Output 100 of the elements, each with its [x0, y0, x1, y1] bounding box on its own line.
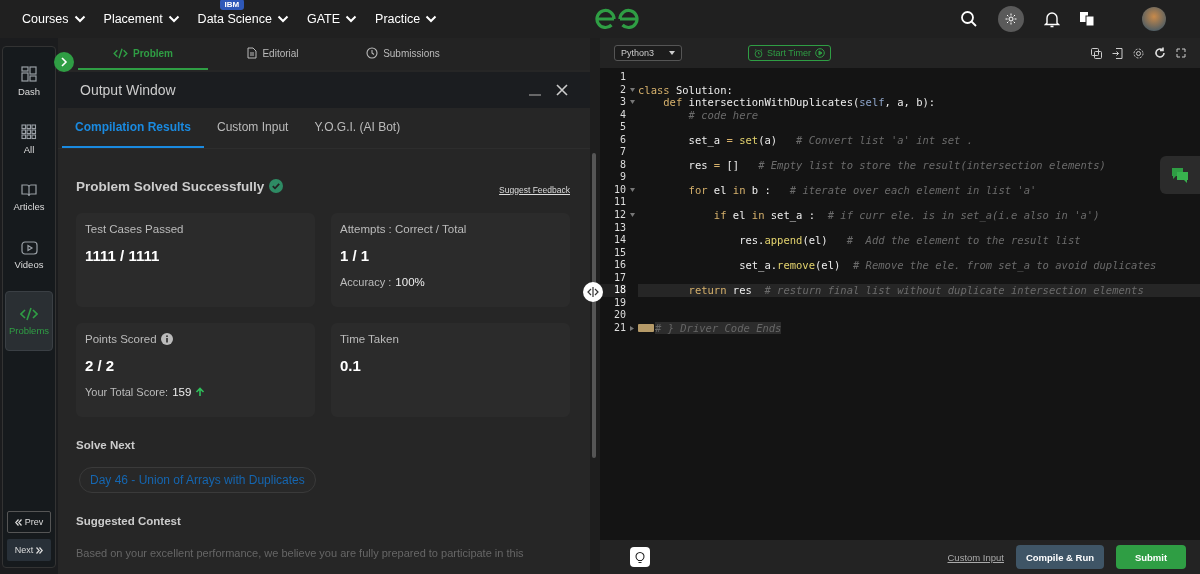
output-tab[interactable]: Custom Input — [204, 108, 302, 148]
code-line: return res # resturn final list without duplicate intersection elements — [687, 284, 1144, 297]
nav-menu-item[interactable]: Placement — [103, 12, 180, 26]
copy-icon[interactable] — [1091, 47, 1102, 59]
video-icon — [20, 240, 38, 255]
line-number: 5 — [618, 121, 626, 134]
logo-icon[interactable] — [594, 8, 640, 30]
line-number: 1 — [618, 71, 626, 84]
line-number: 2 — [618, 83, 626, 97]
chat-button[interactable] — [1160, 156, 1200, 194]
code-line: class Solution: — [638, 83, 733, 97]
chevron-down-icon — [345, 15, 358, 23]
section-heading: Solve Next — [76, 439, 136, 451]
fold-caret-icon[interactable] — [629, 87, 635, 92]
double-chevron-right-icon — [36, 546, 44, 554]
clock-icon — [366, 47, 379, 59]
line-number: 4 — [618, 108, 626, 122]
line-number: 21 — [612, 321, 626, 335]
language-dropdown[interactable]: Python3 — [614, 45, 682, 61]
stat-note-value: 159 — [172, 386, 192, 398]
line-number: 3 — [618, 96, 626, 109]
chevron-down-icon — [425, 15, 438, 23]
problem-tab[interactable]: Editorial — [208, 38, 338, 70]
dashboard-icon — [21, 65, 37, 82]
import-icon[interactable] — [1112, 47, 1123, 59]
line-number: 14 — [612, 234, 626, 247]
code-line: set_a = set(a) # Convert list 'a' int set . — [687, 133, 974, 147]
stat-label: Points Scored — [85, 333, 157, 345]
prev-button[interactable]: Prev — [7, 511, 51, 533]
stat-note-value: 100% — [395, 276, 425, 288]
problem-tab[interactable]: Submissions — [338, 38, 468, 70]
close-icon[interactable] — [556, 84, 568, 96]
line-number: 8 — [618, 158, 626, 172]
document-icon — [247, 47, 258, 59]
code-line: set_a.remove(el) # Remove the ele. from set_a to avoid duplicates — [738, 259, 1157, 272]
split-arrows-icon — [587, 287, 599, 297]
stat-label: Attempts : Correct / Total — [340, 223, 467, 235]
chevron-right-icon — [60, 57, 68, 67]
line-number: 9 — [618, 171, 626, 184]
scrollbar-thumb[interactable] — [592, 153, 596, 458]
stat-note-label: Your Total Score: — [85, 386, 169, 398]
start-timer-button[interactable]: Start Timer — [748, 45, 831, 61]
line-number: 17 — [612, 271, 626, 285]
code-line: # } Driver Code Ends — [638, 321, 782, 335]
sidebar-item[interactable]: Articles — [5, 175, 53, 219]
fold-caret-icon[interactable] — [629, 188, 635, 193]
custom-input-link[interactable]: Custom Input — [947, 551, 1004, 563]
lightbulb-icon — [634, 550, 646, 564]
fold-caret-icon[interactable] — [629, 100, 635, 105]
window-title: Output Window — [80, 82, 176, 98]
theme-toggle-button[interactable] — [998, 6, 1024, 32]
alarm-clock-icon — [754, 48, 763, 58]
line-number: 18 — [600, 284, 626, 297]
settings-icon[interactable] — [1133, 47, 1144, 59]
code-line: if el in set_a : # if curr ele. is in set_a(i.e also in 'a') — [712, 209, 1100, 222]
nav-menu-item[interactable]: Practice — [375, 12, 438, 26]
fold-caret-icon[interactable] — [630, 325, 634, 331]
result-heading: Problem Solved Successfully — [76, 178, 265, 194]
line-number: 10 — [612, 183, 626, 197]
next-button[interactable]: Next — [7, 539, 51, 561]
output-tab[interactable]: Compilation Results — [62, 108, 204, 148]
info-icon[interactable] — [160, 333, 173, 345]
chat-bubbles-icon — [1171, 167, 1189, 183]
code-line: res = [] # Empty list to store the result(intersection elements) — [687, 158, 1106, 172]
line-number: 15 — [612, 246, 626, 260]
nav-menu-item[interactable]: Courses — [22, 12, 86, 26]
search-icon[interactable] — [960, 10, 978, 28]
sidebar-item[interactable]: Videos — [5, 233, 53, 277]
stat-label: Test Cases Passed — [85, 223, 184, 235]
line-number: 19 — [612, 296, 626, 310]
fullscreen-icon[interactable] — [1176, 48, 1186, 58]
caret-down-icon — [669, 51, 675, 55]
sidebar-item[interactable]: All — [5, 117, 53, 161]
lightbulb-button[interactable] — [630, 547, 650, 567]
stat-value: 0.1 — [340, 357, 362, 374]
fold-caret-icon[interactable] — [629, 213, 635, 218]
sidebar-item[interactable]: Problems — [5, 291, 53, 351]
code-line: # code here — [687, 108, 759, 122]
sidebar-item[interactable]: Dash — [5, 59, 53, 103]
grid-icon — [21, 123, 37, 140]
nav-badge: IBM — [219, 0, 245, 10]
check-circle-icon — [269, 179, 284, 193]
chevron-down-icon — [276, 15, 289, 23]
chevron-down-icon — [73, 15, 86, 23]
sun-icon — [1005, 13, 1017, 25]
reset-icon[interactable] — [1154, 47, 1166, 59]
problem-tab[interactable]: Problem — [78, 38, 208, 70]
compile-run-button[interactable]: Compile & Run — [1016, 545, 1104, 569]
nav-menu-item[interactable]: GATE — [306, 12, 358, 26]
suggest-feedback-link[interactable]: Suggest Feedback — [499, 185, 570, 195]
code-icon — [20, 306, 38, 321]
output-tab[interactable]: Y.O.G.I. (AI Bot) — [301, 108, 414, 148]
play-icon — [815, 48, 825, 58]
bell-icon[interactable] — [1044, 10, 1060, 28]
code-line: res.append(el) # Add the element to the result list — [738, 234, 1081, 247]
stat-label: Time Taken — [340, 333, 399, 345]
book-icon — [21, 182, 37, 197]
avatar-icon[interactable] — [1142, 7, 1166, 31]
double-chevron-left-icon — [14, 518, 22, 526]
stat-value: 2 / 2 — [85, 357, 116, 374]
